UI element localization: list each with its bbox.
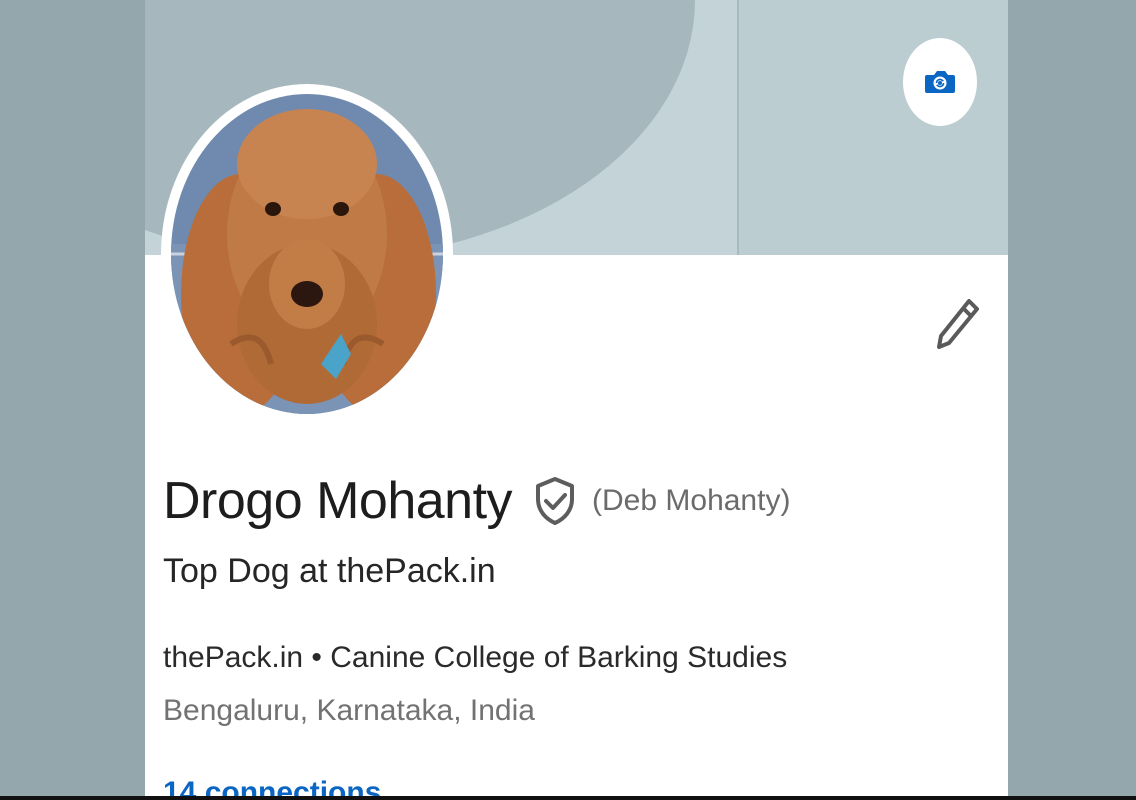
edit-profile-button[interactable]: [931, 293, 983, 353]
left-margin: [0, 0, 145, 800]
profile-organizations[interactable]: thePack.in • Canine College of Barking S…: [163, 641, 787, 675]
profile-photo[interactable]: [161, 84, 453, 424]
bottom-edge: [0, 796, 1136, 800]
profile-location: Bengaluru, Karnataka, India: [163, 694, 535, 727]
profile-headline: Top Dog at thePack.in: [163, 552, 496, 590]
name-row: Drogo Mohanty (Deb Mohanty): [163, 470, 790, 532]
pencil-icon: [937, 299, 979, 349]
edit-cover-photo-button[interactable]: [903, 38, 977, 126]
shield-check-icon[interactable]: [532, 475, 578, 527]
profile-name: Drogo Mohanty: [163, 472, 513, 530]
pronunciation-name: (Deb Mohanty): [592, 484, 791, 517]
camera-icon: [925, 71, 955, 93]
dog-photo: [171, 94, 443, 414]
profile-screen: Drogo Mohanty (Deb Mohanty) Top Dog at t…: [145, 0, 1008, 800]
right-margin: [1008, 0, 1136, 800]
